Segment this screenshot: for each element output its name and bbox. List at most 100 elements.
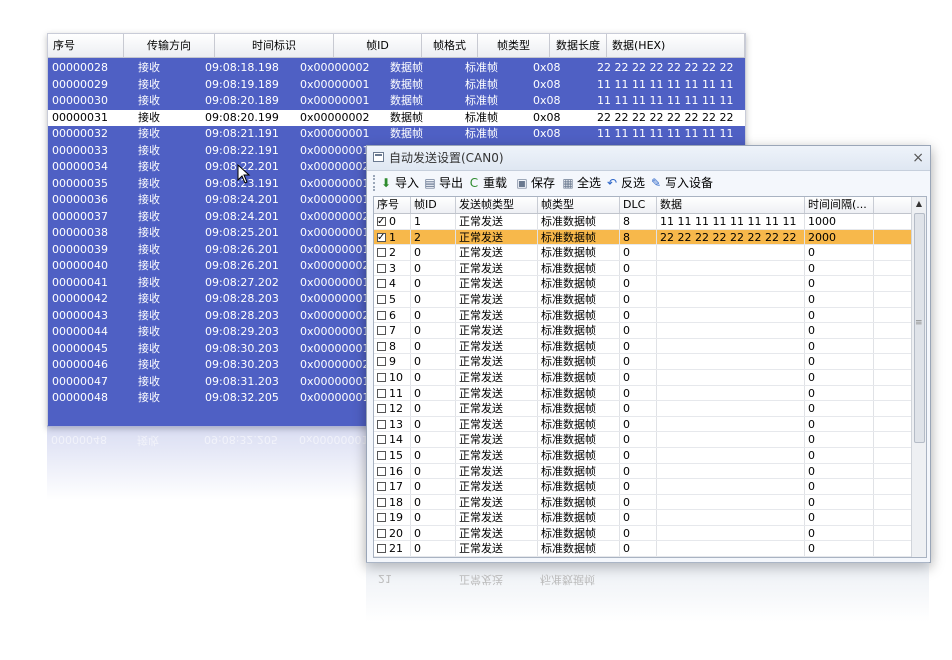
grid-row[interactable]: 15 0 正常发送 标准数据帧 0 0	[374, 447, 912, 464]
grid-cell-type[interactable]: 标准数据帧	[538, 541, 620, 557]
row-checkbox[interactable]	[377, 341, 386, 351]
grid-cell-interval[interactable]: 0	[805, 260, 874, 276]
grid-cell-interval[interactable]: 0	[805, 307, 874, 323]
grid-row[interactable]: 20 0 正常发送 标准数据帧 0 0	[374, 525, 912, 542]
grid-cell-dlc[interactable]: 0	[620, 463, 657, 479]
grid-cell-id[interactable]: 0	[411, 510, 456, 525]
grid-cell-data[interactable]	[657, 541, 805, 557]
row-checkbox[interactable]	[377, 263, 386, 273]
row-checkbox[interactable]	[377, 404, 386, 414]
grid-cell-type[interactable]: 标准数据帧	[538, 229, 620, 245]
grid-cell-interval[interactable]: 1000	[805, 214, 874, 229]
grid-cell-id[interactable]: 0	[411, 432, 456, 447]
log-column-header[interactable]: 帧格式	[422, 34, 478, 57]
toolbar-button-3[interactable]: ▣ 保存	[515, 173, 555, 193]
grid-cell-data[interactable]	[657, 245, 805, 260]
grid-cell-type[interactable]: 标准数据帧	[538, 385, 620, 401]
grid-cell-send[interactable]: 正常发送	[456, 385, 538, 401]
grid-cell-id[interactable]: 0	[411, 494, 456, 510]
grid-row[interactable]: 6 0 正常发送 标准数据帧 0 0	[374, 307, 912, 324]
grid-cell-type[interactable]: 标准数据帧	[538, 338, 620, 354]
grid-row[interactable]: 17 0 正常发送 标准数据帧 0 0	[374, 479, 912, 495]
grid-cell-data[interactable]: 22 22 22 22 22 22 22 22	[657, 229, 805, 245]
grid-cell-interval[interactable]: 0	[805, 276, 874, 291]
grid-cell-id[interactable]: 0	[411, 447, 456, 463]
grid-cell-dlc[interactable]: 0	[620, 432, 657, 447]
scroll-thumb[interactable]	[914, 213, 925, 443]
grid-cell-id[interactable]: 0	[411, 479, 456, 494]
log-row[interactable]: 00000028 接收 09:08:18.198 0x00000002 数据帧 标准帧 0x…	[48, 60, 745, 77]
grid-row[interactable]: 4 0 正常发送 标准数据帧 0 0	[374, 276, 912, 292]
row-checkbox[interactable]	[377, 466, 386, 476]
grid-cell-id[interactable]: 0	[411, 541, 456, 557]
grid-cell-type[interactable]: 标准数据帧	[538, 214, 620, 229]
grid-cell-dlc[interactable]: 0	[620, 291, 657, 307]
grid-cell-data[interactable]	[657, 323, 805, 338]
row-checkbox[interactable]	[377, 544, 386, 554]
grid-cell-id[interactable]: 0	[411, 338, 456, 354]
toolbar-button-1[interactable]: ▤ 导出	[423, 173, 463, 193]
grid-cell-data[interactable]	[657, 525, 805, 541]
grid-cell-send[interactable]: 正常发送	[456, 354, 538, 369]
row-checkbox[interactable]	[377, 294, 386, 304]
grid-row[interactable]: 21 0 正常发送 标准数据帧 0 0	[374, 541, 912, 557]
close-icon[interactable]: ×	[912, 146, 924, 170]
log-column-header[interactable]: 序号	[48, 34, 124, 57]
grid-cell-interval[interactable]: 0	[805, 245, 874, 260]
grid-cell-interval[interactable]: 0	[805, 338, 874, 354]
grid-cell-send[interactable]: 正常发送	[456, 214, 538, 229]
grid-cell-id[interactable]: 0	[411, 525, 456, 541]
row-checkbox[interactable]	[377, 310, 386, 320]
grid-row[interactable]: 7 0 正常发送 标准数据帧 0 0	[374, 323, 912, 339]
grid-cell-type[interactable]: 标准数据帧	[538, 463, 620, 479]
row-checkbox[interactable]	[377, 482, 386, 492]
grid-cell-send[interactable]: 正常发送	[456, 525, 538, 541]
grid-cell-send[interactable]: 正常发送	[456, 307, 538, 323]
log-row[interactable]: 00000029 接收 09:08:19.189 0x00000001 数据帧 标准帧 0x…	[48, 77, 745, 94]
grid-cell-dlc[interactable]: 0	[620, 479, 657, 494]
grid-cell-id[interactable]: 0	[411, 463, 456, 479]
grid-cell-id[interactable]: 0	[411, 416, 456, 432]
row-checkbox[interactable]	[377, 419, 386, 429]
dialog-titlebar[interactable]: 自动发送设置(CAN0) ×	[367, 146, 930, 171]
log-column-header[interactable]: 时间标识	[215, 34, 334, 57]
log-column-header[interactable]: 数据(HEX)	[607, 34, 745, 57]
grid-cell-send[interactable]: 正常发送	[456, 401, 538, 416]
grid-cell-type[interactable]: 标准数据帧	[538, 323, 620, 338]
grid-cell-dlc[interactable]: 8	[620, 229, 657, 245]
grid-column-header[interactable]: 序号	[374, 197, 411, 213]
grid-cell-send[interactable]: 正常发送	[456, 323, 538, 338]
grid-cell-dlc[interactable]: 0	[620, 354, 657, 369]
grid-cell-interval[interactable]: 0	[805, 369, 874, 385]
grid-row[interactable]: 18 0 正常发送 标准数据帧 0 0	[374, 494, 912, 511]
grid-cell-interval[interactable]: 0	[805, 323, 874, 338]
grid-column-header[interactable]: 帧ID	[411, 197, 456, 213]
row-checkbox[interactable]	[377, 513, 386, 523]
grid-cell-interval[interactable]: 0	[805, 479, 874, 494]
grid-row[interactable]: 14 0 正常发送 标准数据帧 0 0	[374, 432, 912, 448]
row-checkbox[interactable]	[377, 214, 386, 229]
grid-row[interactable]: 9 0 正常发送 标准数据帧 0 0	[374, 354, 912, 370]
grid-cell-data[interactable]	[657, 401, 805, 416]
grid-cell-dlc[interactable]: 0	[620, 447, 657, 463]
grid-row[interactable]: 5 0 正常发送 标准数据帧 0 0	[374, 291, 912, 308]
grid-row[interactable]: 2 0 正常发送 标准数据帧 0 0	[374, 245, 912, 261]
toolbar-button-4[interactable]: ▦ 全选	[561, 173, 601, 193]
log-row[interactable]: 00000030 接收 09:08:20.189 0x00000001 数据帧 标准帧 0x…	[48, 93, 745, 110]
row-checkbox[interactable]	[377, 230, 386, 244]
grid-cell-send[interactable]: 正常发送	[456, 479, 538, 494]
grid-cell-data[interactable]	[657, 385, 805, 401]
grid-row[interactable]: 1 2正常发送标准数据帧822 22 22 22 22 22 22 222000	[374, 229, 912, 246]
grid-cell-send[interactable]: 正常发送	[456, 291, 538, 307]
grid-cell-send[interactable]: 正常发送	[456, 463, 538, 479]
grid-cell-send[interactable]: 正常发送	[456, 510, 538, 525]
grid-cell-interval[interactable]: 0	[805, 432, 874, 447]
toolbar-button-5[interactable]: ↶ 反选	[605, 173, 645, 193]
grid-cell-data[interactable]	[657, 479, 805, 494]
grid-cell-data[interactable]	[657, 369, 805, 385]
grid-cell-send[interactable]: 正常发送	[456, 416, 538, 432]
grid-cell-send[interactable]: 正常发送	[456, 276, 538, 291]
grid-cell-type[interactable]: 标准数据帧	[538, 369, 620, 385]
row-checkbox[interactable]	[377, 372, 386, 382]
grid-cell-id[interactable]: 0	[411, 307, 456, 323]
